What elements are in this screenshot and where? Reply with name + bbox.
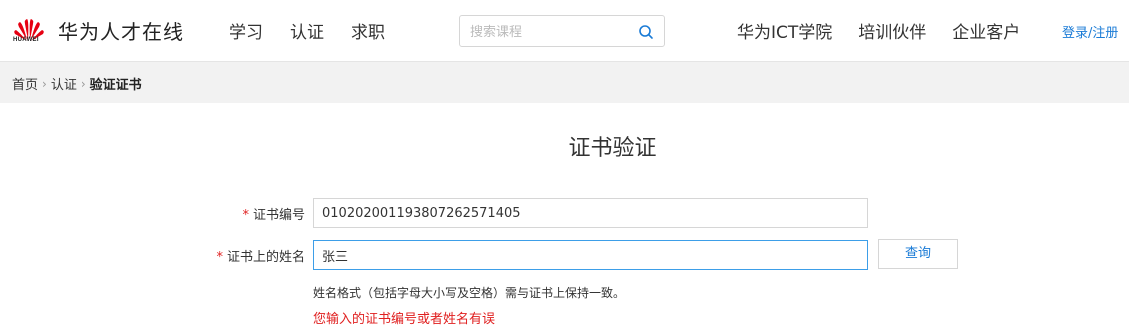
name-format-hint: 姓名格式（包括字母大小写及空格）需与证书上保持一致。 [313,286,626,300]
breadcrumb: 首页 › 认证 › 验证证书 [12,74,142,94]
page-title: 证书验证 [568,136,657,161]
search-icon[interactable] [638,24,654,40]
query-button[interactable]: 查询 [878,239,958,269]
nav-item-jobs[interactable]: 求职 [351,18,385,43]
breadcrumb-certification[interactable]: 认证 [51,74,77,93]
required-asterisk: * [242,208,249,223]
name-label: * 证书上的姓名 [216,250,305,265]
search-input[interactable] [470,22,630,42]
primary-nav: 学习 认证 求职 [229,18,385,43]
nav-item-study[interactable]: 学习 [229,18,263,43]
chevron-right-icon: › [42,76,47,91]
breadcrumb-bar: 首页 › 认证 › 验证证书 [0,62,1129,103]
breadcrumb-home[interactable]: 首页 [12,74,38,93]
required-asterisk: * [216,250,223,265]
top-header: HUAWEI 华为人才在线 学习 认证 求职 华为ICT学院 培训伙伴 企业客户… [0,0,1129,62]
nav-item-enterprise-customers[interactable]: 企业客户 [952,18,1020,43]
nav-item-ict-academy[interactable]: 华为ICT学院 [737,18,832,43]
logo-wordmark: HUAWEI [13,37,39,43]
breadcrumb-current: 验证证书 [89,78,142,93]
site-title[interactable]: 华为人才在线 [58,16,184,45]
nav-item-certification[interactable]: 认证 [290,18,324,43]
name-input[interactable] [313,240,868,270]
secondary-nav: 华为ICT学院 培训伙伴 企业客户 [737,18,1020,43]
error-message: 您输入的证书编号或者姓名有误 [313,312,496,327]
cert-number-input[interactable] [313,198,868,228]
chevron-right-icon: › [80,76,86,91]
login-register-link[interactable]: 登录/注册 [1062,22,1118,41]
search-box [459,15,665,47]
cert-number-label: * 证书编号 [242,208,305,223]
nav-item-training-partners[interactable]: 培训伙伴 [858,18,926,43]
